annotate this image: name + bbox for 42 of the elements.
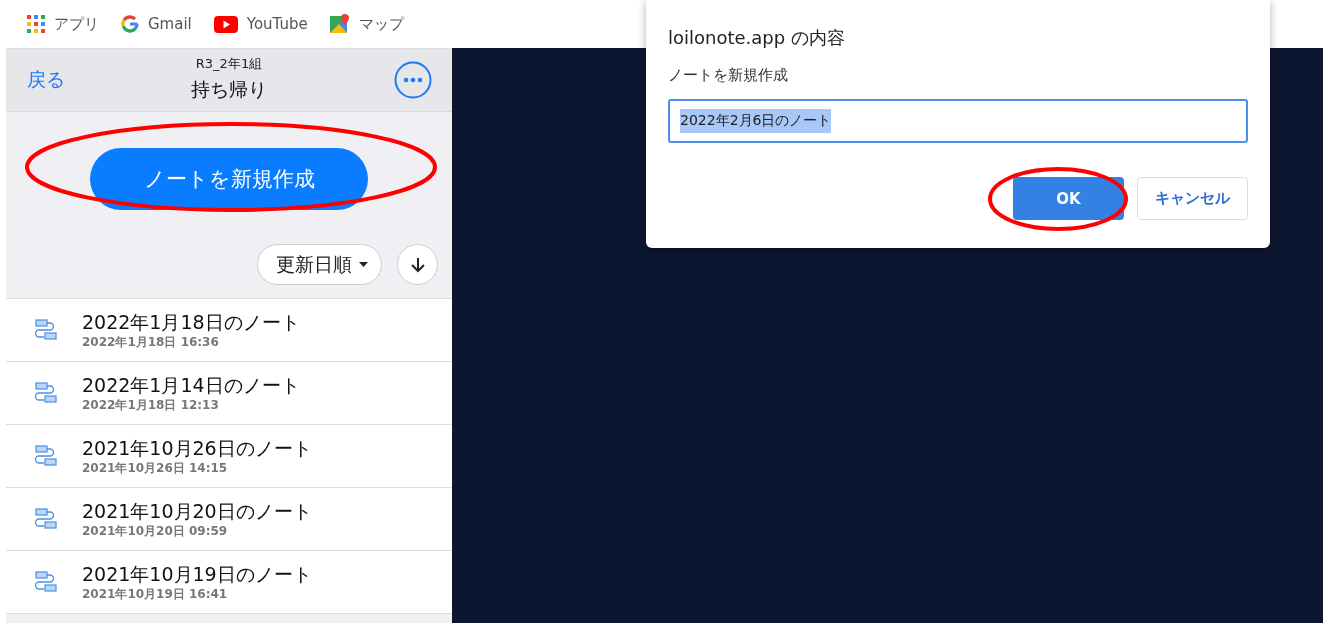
note-flow-icon xyxy=(34,571,58,593)
apps-grid-icon xyxy=(27,15,45,33)
more-icon[interactable] xyxy=(394,61,432,99)
note-title: 2022年1月18日のノート xyxy=(82,309,300,334)
note-row[interactable]: 2021年10月20日のノート 2021年10月20日 09:59 xyxy=(6,488,452,551)
note-date: 2022年1月18日 12:13 xyxy=(82,396,220,414)
note-date: 2022年1月18日 16:36 xyxy=(82,333,220,351)
input-value: 2022年2月6日のノート xyxy=(680,109,832,133)
dialog-title: loilonote.app の内容 xyxy=(668,26,846,50)
dialog-message: ノートを新規作成 xyxy=(668,66,789,85)
note-row[interactable]: 2021年10月26日のノート 2021年10月26日 14:15 xyxy=(6,425,452,488)
map-pin-icon xyxy=(329,14,350,34)
g-logo-icon xyxy=(121,15,139,33)
note-title: 2022年1月14日のノート xyxy=(82,372,300,397)
bookmark-link[interactable]: YouTube xyxy=(213,15,308,33)
caret-icon xyxy=(359,262,368,267)
note-title: 2021年10月19日のノート xyxy=(82,561,312,586)
sort-dropdown[interactable]: 更新日順 xyxy=(257,244,382,285)
note-title: 2021年10月20日のノート xyxy=(82,498,312,523)
note-date: 2021年10月26日 14:15 xyxy=(82,459,229,477)
note-flow-icon xyxy=(34,445,58,467)
header-subtitle: R3_2年1組 xyxy=(195,55,263,73)
play-icon xyxy=(213,15,238,33)
note-row[interactable]: 2021年10月19日のノート 2021年10月19日 16:41 xyxy=(6,551,452,614)
header-title: 持ち帰り xyxy=(191,77,267,102)
input-field[interactable]: 2022年2月6日のノート xyxy=(668,99,1248,143)
down-arrow-icon xyxy=(409,256,426,273)
note-row[interactable]: 2022年1月18日のノート 2022年1月18日 16:36 xyxy=(6,299,452,362)
note-flow-icon xyxy=(34,382,58,404)
sort-direction-button[interactable] xyxy=(397,244,438,285)
new-note-button[interactable]: ノートを新規作成 xyxy=(90,148,368,210)
note-row[interactable]: 2022年1月14日のノート 2022年1月18日 12:13 xyxy=(6,362,452,425)
cancel-button[interactable]: キャンセル xyxy=(1137,177,1248,220)
bookmark-link[interactable]: マップ xyxy=(329,14,404,34)
bookmark-link[interactable]: アプリ xyxy=(27,14,99,34)
note-flow-icon xyxy=(34,508,58,530)
bookmark-link[interactable]: Gmail xyxy=(121,15,192,33)
note-title: 2021年10月26日のノート xyxy=(82,435,312,460)
note-date: 2021年10月19日 16:41 xyxy=(82,585,229,603)
note-flow-icon xyxy=(34,319,58,341)
ok-button[interactable]: OK xyxy=(1013,177,1124,220)
note-date: 2021年10月20日 09:59 xyxy=(82,522,229,540)
